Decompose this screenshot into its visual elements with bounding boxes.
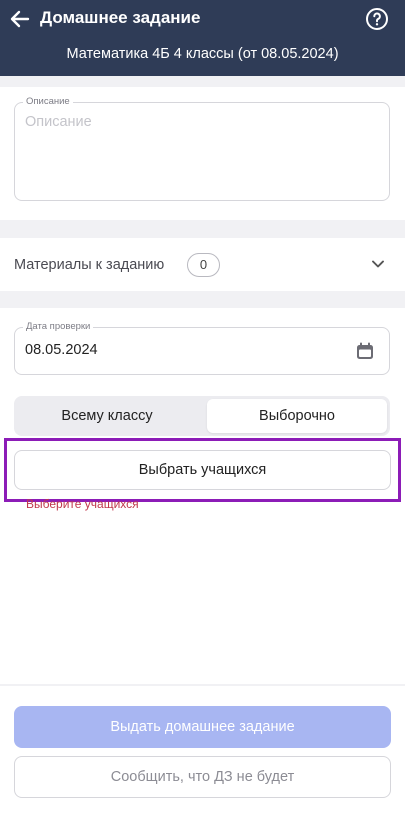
- calendar-icon[interactable]: [355, 341, 375, 361]
- materials-section[interactable]: Материалы к заданию 0: [0, 238, 405, 291]
- bottom-actions: Выдать домашнее задание Сообщить, что ДЗ…: [0, 686, 405, 814]
- check-date-field[interactable]: Дата проверки 08.05.2024: [14, 321, 390, 375]
- select-students-button[interactable]: Выбрать учащихся: [14, 450, 391, 490]
- page-title: Домашнее задание: [40, 8, 201, 27]
- page-subtitle: Математика 4Б 4 классы (от 08.05.2024): [66, 46, 339, 62]
- assign-mode-all-class[interactable]: Всему классу: [17, 399, 197, 433]
- question-circle-icon[interactable]: [365, 7, 389, 31]
- description-placeholder: Описание: [25, 114, 92, 130]
- chevron-down-icon[interactable]: [371, 257, 385, 271]
- issue-homework-button[interactable]: Выдать домашнее задание: [14, 706, 391, 748]
- select-students-error: Выберите учащихся: [26, 497, 139, 511]
- arrow-left-icon[interactable]: [8, 7, 32, 31]
- no-homework-button[interactable]: Сообщить, что ДЗ не будет: [14, 756, 391, 798]
- materials-count-badge: 0: [187, 253, 220, 277]
- assign-mode-toggle: Всему классу Выборочно: [14, 396, 390, 436]
- check-date-value: 08.05.2024: [25, 342, 98, 358]
- check-date-label: Дата проверки: [23, 321, 94, 332]
- app-header: Домашнее задание Математика 4Б 4 классы …: [0, 0, 405, 76]
- description-label: Описание: [23, 96, 73, 107]
- description-field[interactable]: Описание Описание: [14, 96, 390, 201]
- description-card: Описание Описание: [0, 87, 405, 220]
- materials-label: Материалы к заданию: [14, 257, 165, 273]
- assign-mode-selective[interactable]: Выборочно: [207, 399, 387, 433]
